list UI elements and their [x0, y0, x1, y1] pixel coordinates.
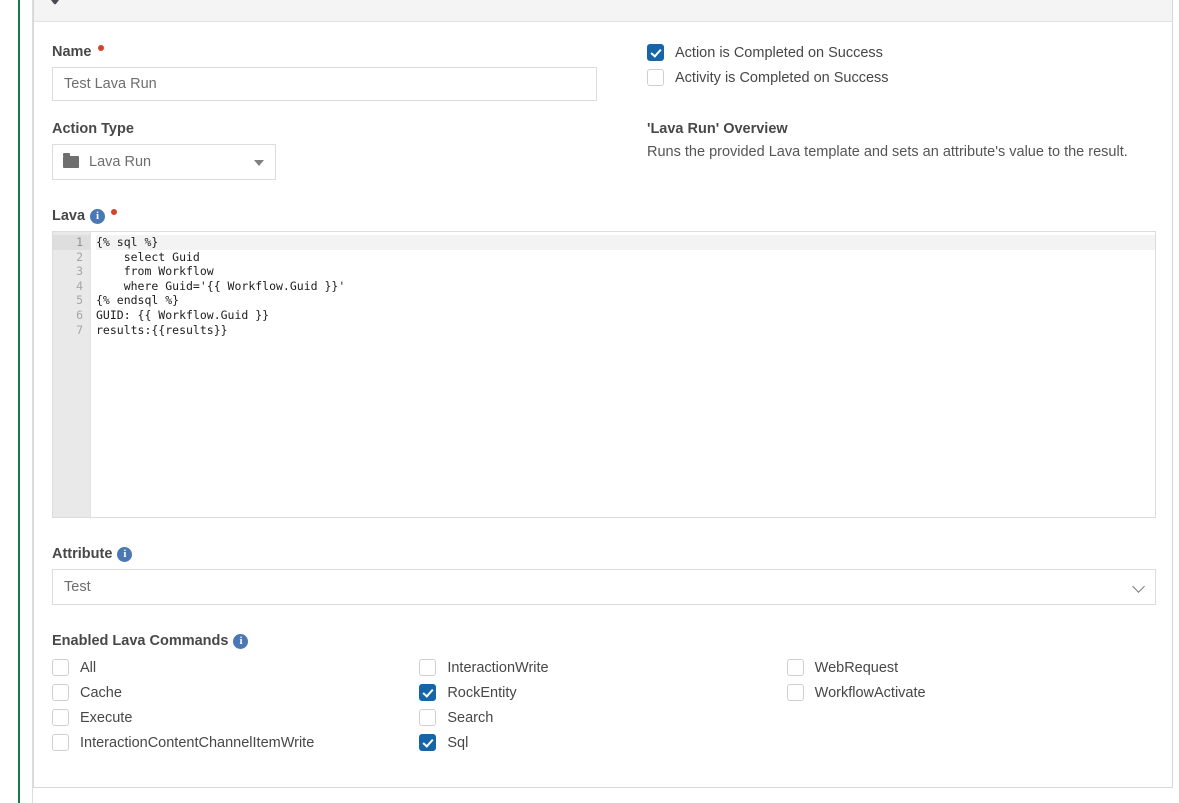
- lava-code-editor[interactable]: 1 2 3 4 5 6 7 {% sql %} select Guid from…: [52, 231, 1156, 518]
- gutter-line-number: 6: [76, 307, 83, 322]
- checkbox-rockentity[interactable]: RockEntity: [419, 684, 786, 701]
- checkbox-search-label: Search: [447, 709, 494, 726]
- code-line: results:{{results}}: [96, 322, 228, 337]
- checkbox-interactioncontentchannelitemwrite[interactable]: InteractionContentChannelItemWrite: [52, 734, 419, 751]
- checkbox-action-completed[interactable]: Action is Completed on Success: [647, 44, 1154, 61]
- diamond-icon: [46, 0, 64, 5]
- enabled-lava-commands-label-wrap: Enabled Lava Commands i: [52, 633, 1154, 649]
- code-line: from Workflow: [96, 264, 214, 279]
- checkbox-webrequest[interactable]: WebRequest: [786, 659, 1154, 676]
- action-type-value: Lava Run: [89, 154, 152, 170]
- checkbox-rockentity-label: RockEntity: [447, 684, 517, 701]
- checkbox-sql-label: Sql: [447, 734, 469, 751]
- name-column: Name: [52, 44, 632, 101]
- gutter-line-number: 4: [76, 278, 83, 293]
- checkbox-execute[interactable]: Execute: [52, 709, 419, 726]
- lava-commands-grid: All Cache Execute InteractionContentChan…: [52, 659, 1154, 759]
- gutter-line-number: 1: [53, 235, 90, 250]
- checkbox-interactioncontentchannelitemwrite-box[interactable]: [52, 734, 69, 751]
- lava-label-wrap: Lava i: [52, 208, 1154, 224]
- overview-column: 'Lava Run' Overview Runs the provided La…: [632, 121, 1154, 180]
- code-line: select Guid: [96, 249, 200, 264]
- name-and-options-row: Name Action is Completed on Success Acti…: [52, 44, 1154, 101]
- gutter-line-number: 7: [76, 322, 83, 337]
- name-label-wrap: Name: [52, 44, 632, 60]
- attribute-section: Attribute i Test: [52, 546, 1156, 605]
- checkbox-sql-box[interactable]: [419, 734, 437, 751]
- checkbox-all[interactable]: All: [52, 659, 419, 676]
- checkbox-action-completed-box[interactable]: [647, 44, 664, 61]
- checkbox-search-box[interactable]: [419, 709, 437, 726]
- checkbox-action-completed-label: Action is Completed on Success: [675, 44, 883, 61]
- name-label: Name: [52, 44, 92, 60]
- action-type-column: Action Type Lava Run: [52, 121, 632, 180]
- attribute-label-wrap: Attribute i: [52, 546, 1154, 562]
- checkbox-all-box[interactable]: [52, 659, 69, 676]
- checkbox-workflowactivate-label: WorkflowActivate: [814, 684, 926, 701]
- name-input[interactable]: [52, 67, 597, 101]
- lava-section: Lava i 1 2 3 4 5 6 7 {% sql %} select Gu…: [52, 208, 1156, 518]
- checkbox-sql[interactable]: Sql: [419, 734, 786, 751]
- checkbox-interactionwrite[interactable]: InteractionWrite: [419, 659, 786, 676]
- checkbox-workflowactivate[interactable]: WorkflowActivate: [786, 684, 1154, 701]
- gutter-line-number: 2: [76, 249, 83, 264]
- code-line: GUID: {{ Workflow.Guid }}: [96, 307, 270, 322]
- checkbox-webrequest-box[interactable]: [786, 659, 804, 676]
- modal-title-text: Test Lava Run: [70, 0, 166, 2]
- action-type-label-wrap: Action Type: [52, 121, 632, 137]
- checkbox-cache-box[interactable]: [52, 684, 69, 701]
- checkbox-interactioncontentchannelitemwrite-label: InteractionContentChannelItemWrite: [80, 734, 315, 751]
- gutter-line-number: 3: [76, 264, 83, 279]
- checkbox-activity-completed-box[interactable]: [647, 69, 664, 86]
- action-type-select[interactable]: Lava Run: [52, 144, 276, 180]
- checkbox-all-label: All: [80, 659, 97, 676]
- lava-commands-column-3: WebRequest WorkflowActivate: [786, 659, 1154, 759]
- checkbox-interactionwrite-label: InteractionWrite: [447, 659, 549, 676]
- code-line: {% sql %}: [96, 235, 1155, 250]
- checkbox-execute-box[interactable]: [52, 709, 69, 726]
- checkbox-interactionwrite-box[interactable]: [419, 659, 437, 676]
- code-line: {% endsql %}: [96, 293, 180, 308]
- checkbox-workflowactivate-box[interactable]: [786, 684, 804, 701]
- left-green-rail: [18, 0, 20, 803]
- attribute-select[interactable]: Test: [52, 569, 1156, 605]
- attribute-select-wrap: Test: [52, 569, 1156, 605]
- enabled-lava-commands-label: Enabled Lava Commands: [52, 633, 229, 649]
- info-icon-attribute[interactable]: i: [117, 546, 133, 562]
- gutter-line-number: 5: [76, 293, 83, 308]
- code-area[interactable]: {% sql %} select Guid from Workflow wher…: [91, 232, 1155, 517]
- modal-body: Name Action is Completed on Success Acti…: [34, 22, 1172, 759]
- code-gutter: 1 2 3 4 5 6 7: [53, 232, 91, 517]
- modal-header: Test Lava Run ? — ✕ ✕: [34, 0, 1172, 22]
- lava-commands-column-2: InteractionWrite RockEntity Search Sql: [419, 659, 786, 759]
- attribute-label: Attribute: [52, 546, 113, 562]
- checkbox-webrequest-label: WebRequest: [814, 659, 899, 676]
- enabled-lava-commands-section: Enabled Lava Commands i All Cache Execut…: [52, 633, 1154, 759]
- required-indicator-lava: [111, 209, 118, 215]
- checkbox-search[interactable]: Search: [419, 709, 786, 726]
- lava-commands-column-1: All Cache Execute InteractionContentChan…: [52, 659, 419, 759]
- action-type-label: Action Type: [52, 121, 134, 137]
- app-root: Test Lava Run ? — ✕ ✕ Name: [0, 0, 1179, 803]
- checkbox-activity-completed-label: Activity is Completed on Success: [675, 69, 889, 86]
- checkbox-cache[interactable]: Cache: [52, 684, 419, 701]
- checkbox-rockentity-box[interactable]: [419, 684, 437, 701]
- overview-text: Runs the provided Lava template and sets…: [647, 144, 1128, 160]
- checkbox-cache-label: Cache: [80, 684, 122, 701]
- modal-title: Test Lava Run: [46, 0, 166, 5]
- required-indicator-name: [97, 45, 104, 51]
- overview-title: 'Lava Run' Overview: [647, 121, 788, 137]
- checkbox-activity-completed[interactable]: Activity is Completed on Success: [647, 69, 1154, 86]
- chevron-down-icon[interactable]: [254, 160, 264, 166]
- lava-label: Lava: [52, 208, 86, 224]
- code-line: where Guid='{{ Workflow.Guid }}': [96, 278, 346, 293]
- action-settings-modal: Test Lava Run ? — ✕ ✕ Name: [33, 0, 1173, 788]
- info-icon-lava[interactable]: i: [90, 208, 106, 224]
- checkbox-execute-label: Execute: [80, 709, 133, 726]
- info-icon-lava-commands[interactable]: i: [233, 633, 249, 649]
- action-type-and-overview-row: Action Type Lava Run 'Lava Run' Overview…: [52, 121, 1154, 180]
- success-options-column: Action is Completed on Success Activity …: [632, 44, 1154, 101]
- folder-icon: [63, 153, 79, 168]
